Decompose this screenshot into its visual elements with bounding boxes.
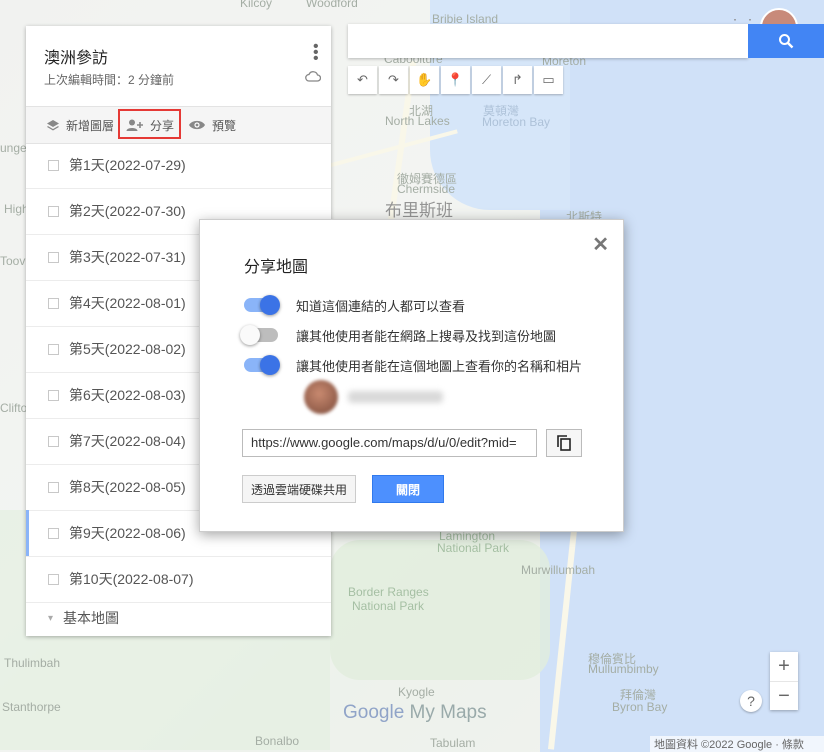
layer-item[interactable]: 第10天(2022-08-07): [26, 556, 331, 603]
last-edited-text: 上次編輯時間：2 分鐘前: [44, 73, 175, 87]
close-button[interactable]: 關閉: [372, 475, 444, 503]
marker-icon[interactable]: 📍: [441, 66, 470, 94]
add-layer-button[interactable]: 新增圖層: [46, 107, 114, 143]
help-button[interactable]: ?: [740, 690, 762, 712]
layer-name: 第7天(2022-08-04): [69, 433, 186, 449]
layer-item[interactable]: 第1天(2022-07-29): [26, 142, 331, 189]
panel-toolbar: 新增圖層 分享 預覽: [26, 106, 331, 144]
zoom-out-button[interactable]: −: [770, 682, 798, 711]
map-title[interactable]: 澳洲參訪: [44, 44, 108, 68]
layer-checkbox[interactable]: [48, 389, 59, 401]
toggle-knob: [260, 295, 280, 315]
map-toolbar: ↶ ↷ ✋ 📍 ⟋ ↱ ▭: [348, 66, 563, 94]
layer-checkbox[interactable]: [48, 251, 59, 263]
cloud-saved-icon: [305, 71, 321, 82]
ruler-icon[interactable]: ▭: [534, 66, 563, 94]
layer-checkbox[interactable]: [48, 527, 59, 539]
draw-line-icon[interactable]: ⟋: [472, 66, 501, 94]
share-option-toggle[interactable]: [244, 295, 280, 315]
search-icon: [779, 34, 794, 49]
map-attribution[interactable]: 地圖資料 ©2022 Google · 條款: [650, 736, 824, 752]
share-option-toggle[interactable]: [240, 325, 278, 345]
share-option-label: 知道這個連結的人都可以查看: [296, 298, 466, 314]
layer-checkbox[interactable]: [48, 343, 59, 355]
preview-button[interactable]: 預覽: [188, 107, 236, 143]
search-button[interactable]: [748, 24, 824, 58]
layers-icon: [47, 120, 59, 131]
share-option-label: 讓其他使用者能在網路上搜尋及找到這份地圖: [296, 328, 557, 344]
more-options-icon[interactable]: • • •: [313, 39, 319, 67]
undo-icon[interactable]: ↶: [348, 66, 377, 94]
add-layer-label: 新增圖層: [66, 118, 115, 133]
close-icon[interactable]: ✕: [592, 232, 609, 257]
layer-name: 第4天(2022-08-01): [69, 295, 186, 311]
layer-name: 第8天(2022-08-05): [69, 479, 186, 495]
layer-checkbox[interactable]: [48, 159, 59, 171]
pan-hand-icon[interactable]: ✋: [410, 66, 439, 94]
active-layer-indicator: [26, 510, 29, 556]
layer-name: 第5天(2022-08-02): [69, 341, 186, 357]
share-option-row: 讓其他使用者能在網路上搜尋及找到這份地圖: [240, 325, 557, 345]
share-highlight-box: [118, 109, 181, 139]
user-name-blurred: [348, 391, 443, 403]
copy-link-button[interactable]: [546, 429, 582, 457]
directions-icon[interactable]: ↱: [503, 66, 532, 94]
layer-name: 第6天(2022-08-03): [69, 387, 186, 403]
eye-icon: [189, 120, 205, 130]
user-avatar: [304, 380, 338, 414]
base-map-row[interactable]: ▾ 基本地圖: [26, 600, 331, 636]
redo-icon[interactable]: ↷: [379, 66, 408, 94]
share-via-drive-button[interactable]: 透過雲端硬碟共用: [242, 475, 356, 503]
layer-checkbox[interactable]: [48, 481, 59, 493]
preview-label: 預覽: [212, 118, 237, 133]
layer-checkbox[interactable]: [48, 573, 59, 585]
layer-name: 第10天(2022-08-07): [69, 571, 194, 587]
layer-name: 第1天(2022-07-29): [69, 157, 186, 173]
toggle-knob: [240, 325, 260, 345]
zoom-in-button[interactable]: +: [770, 652, 798, 682]
layer-checkbox[interactable]: [48, 205, 59, 217]
share-option-row: 讓其他使用者能在這個地圖上查看你的名稱和相片: [244, 355, 582, 375]
layer-name: 第3天(2022-07-31): [69, 249, 186, 265]
zoom-controls: + −: [770, 652, 798, 710]
layer-name: 第2天(2022-07-30): [69, 203, 186, 219]
layer-checkbox[interactable]: [48, 297, 59, 309]
dialog-title: 分享地圖: [244, 259, 309, 276]
chevron-down-icon[interactable]: ▾: [48, 613, 53, 624]
share-option-toggle[interactable]: [244, 355, 280, 375]
user-identity: [304, 380, 443, 414]
toggle-knob: [260, 355, 280, 375]
base-map-label: 基本地圖: [63, 610, 120, 626]
share-option-label: 讓其他使用者能在這個地圖上查看你的名稱和相片: [296, 358, 583, 374]
copy-icon: [557, 435, 571, 451]
share-map-dialog: 分享地圖 ✕ 知道這個連結的人都可以查看讓其他使用者能在網路上搜尋及找到這份地圖…: [199, 219, 624, 532]
map-search-input[interactable]: [348, 24, 748, 58]
layer-checkbox[interactable]: [48, 435, 59, 447]
layer-name: 第9天(2022-08-06): [69, 525, 186, 541]
share-link-field[interactable]: https://www.google.com/maps/d/u/0/edit?m…: [242, 429, 537, 457]
google-my-maps-logo: Google My Maps: [343, 702, 487, 723]
share-option-row: 知道這個連結的人都可以查看: [244, 295, 465, 315]
